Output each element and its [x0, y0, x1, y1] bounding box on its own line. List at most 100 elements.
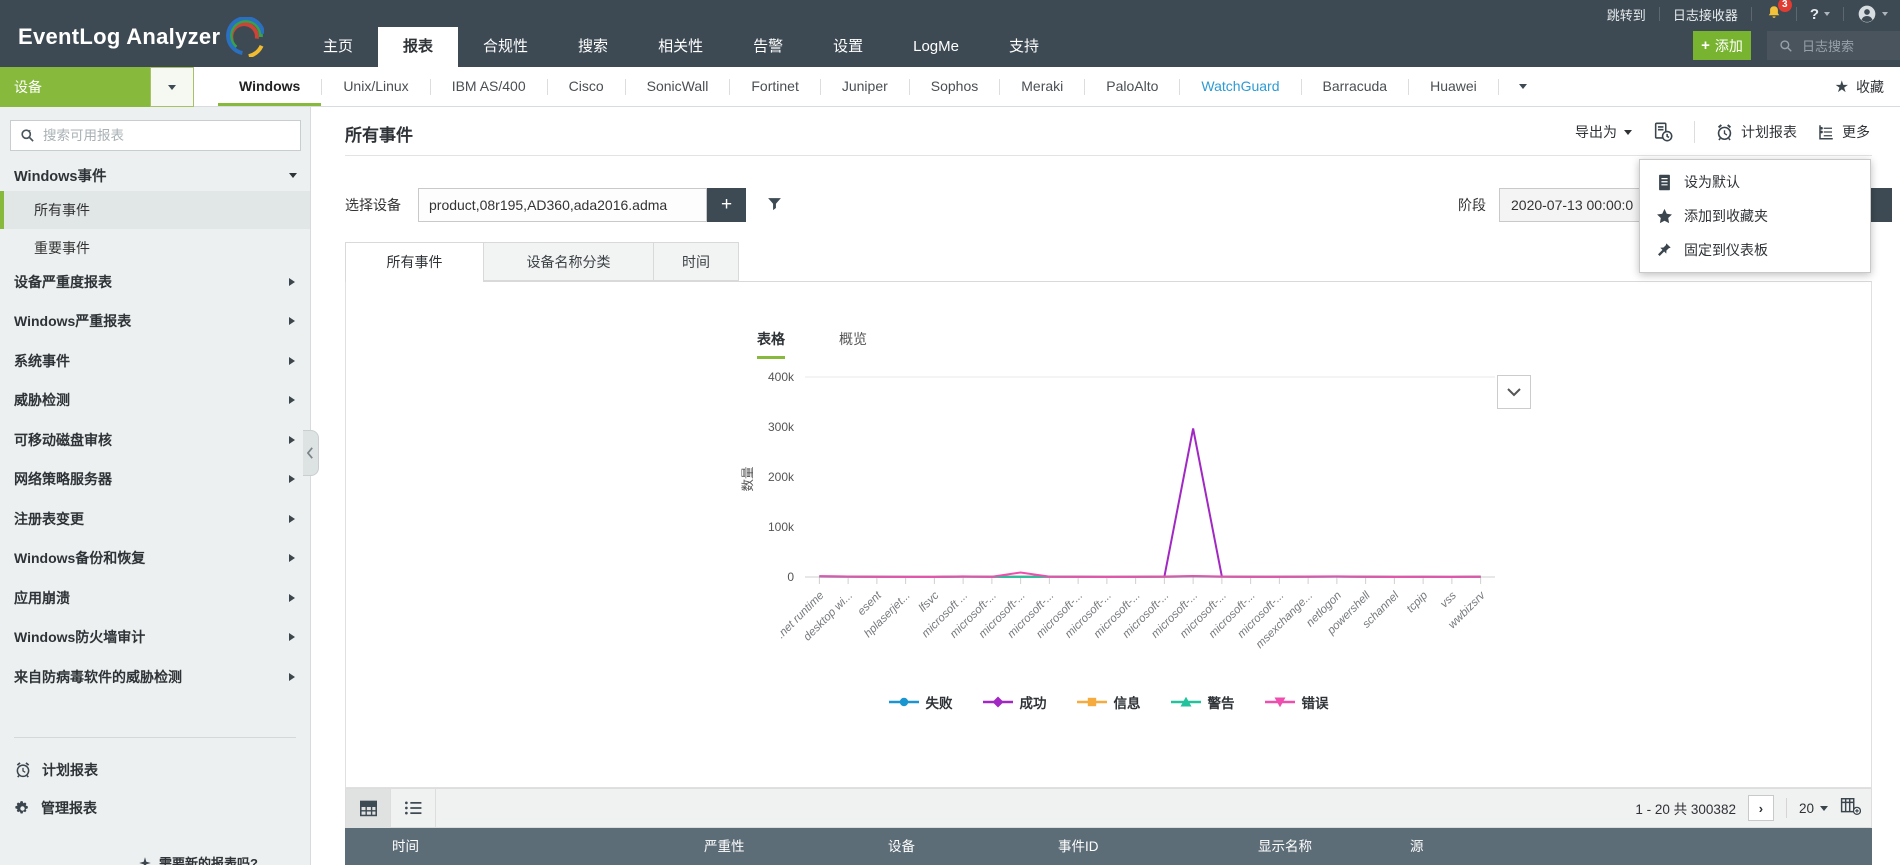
device-group-select-caret[interactable]	[150, 67, 194, 107]
device-tab-Juniper[interactable]: Juniper	[821, 67, 909, 106]
sidebar-category-网络策略服务器[interactable]: 网络策略服务器	[0, 460, 310, 500]
sidebar-category-Windows备份和恢复[interactable]: Windows备份和恢复	[0, 539, 310, 579]
chevron-right-icon	[289, 278, 295, 286]
top-bar: EventLog Analyzer 跳转到 日志接收器 3 ?	[0, 0, 1900, 67]
sidebar-category-威胁检测[interactable]: 威胁检测	[0, 381, 310, 421]
add-column-icon[interactable]	[1840, 797, 1861, 820]
sidebar-管理报表[interactable]: 管理报表	[0, 789, 310, 827]
sidebar-计划报表[interactable]: 计划报表	[0, 751, 310, 789]
device-select-input[interactable]	[418, 188, 707, 222]
report-tab-时间[interactable]: 时间	[654, 242, 739, 281]
next-page-button[interactable]: ›	[1748, 795, 1774, 821]
sidebar-category-Windows严重报表[interactable]: Windows严重报表	[0, 302, 310, 342]
column-header-时间[interactable]: 时间	[392, 828, 419, 865]
divider	[1751, 7, 1752, 21]
schedule-report-button[interactable]: 计划报表	[1715, 122, 1797, 142]
legend-marker-icon	[1077, 696, 1107, 708]
device-tab-WatchGuard[interactable]: WatchGuard	[1180, 67, 1300, 106]
help-button[interactable]: ?	[1810, 6, 1830, 23]
nav-报表[interactable]: 报表	[378, 27, 458, 67]
device-tab-Sophos[interactable]: Sophos	[910, 67, 999, 106]
filter-funnel-icon[interactable]	[766, 196, 783, 218]
nav-合规性[interactable]: 合规性	[458, 27, 553, 67]
nav-搜索[interactable]: 搜索	[553, 27, 633, 67]
sidebar-footer: 计划报表管理报表	[0, 751, 310, 827]
export-as-button[interactable]: 导出为	[1575, 122, 1632, 142]
legend-信息[interactable]: 信息	[1077, 692, 1141, 712]
device-tab-IBM AS/400[interactable]: IBM AS/400	[431, 67, 547, 106]
sidebar-group-windows-events[interactable]: Windows事件	[14, 165, 297, 186]
sidebar-category-Windows防火墙审计[interactable]: Windows防火墙审计	[0, 618, 310, 658]
more-label: 更多	[1842, 122, 1870, 142]
report-tab-所有事件[interactable]: 所有事件	[345, 242, 484, 282]
device-tab-Barracuda[interactable]: Barracuda	[1302, 67, 1409, 106]
column-header-显示名称[interactable]: 显示名称	[1258, 828, 1312, 865]
category-label: Windows备份和恢复	[14, 548, 145, 568]
menu-item-设为默认[interactable]: 设为默认	[1640, 165, 1870, 199]
user-menu-button[interactable]	[1857, 4, 1888, 24]
need-new-report-link[interactable]: 需要新的报表吗?	[138, 853, 258, 865]
notifications-button[interactable]: 3	[1765, 4, 1783, 25]
device-tab-SonicWall[interactable]: SonicWall	[626, 67, 730, 106]
nav-主页[interactable]: 主页	[298, 27, 378, 67]
app-logo[interactable]: EventLog Analyzer	[18, 17, 264, 57]
grid-view-button[interactable]	[346, 789, 390, 828]
sidebar-category-设备严重度报表[interactable]: 设备严重度报表	[0, 262, 310, 302]
chevron-right-icon	[289, 436, 295, 444]
log-receiver-link[interactable]: 日志接收器	[1673, 5, 1738, 24]
jump-to-link[interactable]: 跳转到	[1607, 5, 1646, 24]
view-tab-表格[interactable]: 表格	[757, 329, 785, 359]
device-tab-Unix/Linux[interactable]: Unix/Linux	[322, 67, 429, 106]
legend-label: 信息	[1114, 692, 1141, 712]
device-tab-Windows[interactable]: Windows	[218, 67, 321, 106]
device-tab-Meraki[interactable]: Meraki	[1000, 67, 1084, 106]
device-tab-Cisco[interactable]: Cisco	[548, 67, 625, 106]
device-tab-Fortinet[interactable]: Fortinet	[730, 67, 819, 106]
report-tab-设备名称分类[interactable]: 设备名称分类	[484, 242, 654, 281]
chevron-down-icon	[1882, 12, 1888, 16]
column-header-设备[interactable]: 设备	[888, 828, 915, 865]
device-tabs-overflow-button[interactable]	[1499, 67, 1547, 106]
category-label: 应用崩溃	[14, 588, 70, 608]
sidebar-collapse-handle[interactable]	[303, 430, 319, 476]
list-view-button[interactable]	[391, 789, 435, 828]
more-button[interactable]: 更多	[1817, 122, 1870, 142]
page-size-select[interactable]: 20	[1799, 801, 1828, 816]
menu-item-添加到收藏夹[interactable]: 添加到收藏夹	[1640, 199, 1870, 233]
nav-设置[interactable]: 设置	[808, 27, 888, 67]
device-tab-Huawei[interactable]: Huawei	[1409, 67, 1498, 106]
sidebar-category-注册表变更[interactable]: 注册表变更	[0, 499, 310, 539]
nav-支持[interactable]: 支持	[984, 27, 1064, 67]
sidebar-category-来自防病毒软件的威胁检测[interactable]: 来自防病毒软件的威胁检测	[0, 657, 310, 697]
column-header-事件ID[interactable]: 事件ID	[1058, 828, 1099, 865]
sidebar-item-所有事件[interactable]: 所有事件	[0, 191, 310, 229]
report-search-box[interactable]	[10, 120, 301, 151]
view-tab-概览[interactable]: 概览	[839, 329, 867, 359]
sidebar-category-应用崩溃[interactable]: 应用崩溃	[0, 578, 310, 618]
legend-警告[interactable]: 警告	[1171, 692, 1235, 712]
chart-collapse-button[interactable]	[1497, 375, 1531, 409]
device-tab-PaloAlto[interactable]: PaloAlto	[1085, 67, 1179, 106]
export-schedule-icon-button[interactable]	[1652, 121, 1674, 143]
legend-失败[interactable]: 失败	[889, 692, 953, 712]
legend-错误[interactable]: 错误	[1265, 692, 1329, 712]
sidebar-category-可移动磁盘审核[interactable]: 可移动磁盘审核	[0, 420, 310, 460]
nav-告警[interactable]: 告警	[728, 27, 808, 67]
device-group-select[interactable]: 设备	[0, 67, 150, 107]
legend-成功[interactable]: 成功	[983, 692, 1047, 712]
nav-相关性[interactable]: 相关性	[633, 27, 728, 67]
y-tick-label: 300k	[768, 420, 795, 434]
favorites-button[interactable]: ★ 收藏	[1835, 67, 1884, 106]
nav-LogMe[interactable]: LogMe	[888, 27, 984, 67]
add-device-button[interactable]: +	[707, 188, 746, 222]
column-header-严重性[interactable]: 严重性	[704, 828, 745, 865]
menu-item-固定到仪表板[interactable]: 固定到仪表板	[1640, 233, 1870, 267]
more-dropdown-menu: 设为默认添加到收藏夹固定到仪表板	[1639, 159, 1871, 273]
log-search-input[interactable]: 日志搜索	[1767, 31, 1900, 60]
category-label: Windows防火墙审计	[14, 627, 145, 647]
column-header-源[interactable]: 源	[1410, 828, 1424, 865]
add-button[interactable]: + 添加	[1693, 31, 1751, 60]
report-search-input[interactable]	[43, 128, 273, 143]
sidebar-category-系统事件[interactable]: 系统事件	[0, 341, 310, 381]
category-label: 可移动磁盘审核	[14, 430, 112, 450]
